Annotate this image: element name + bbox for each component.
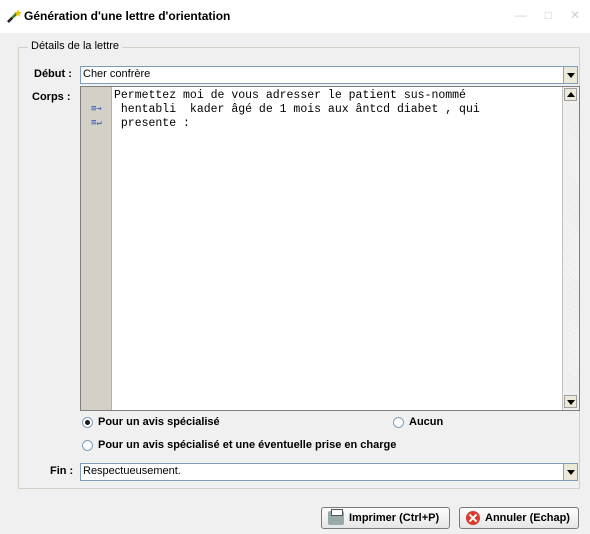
radio-aucun[interactable]: Aucun	[393, 416, 443, 428]
minimize-icon[interactable]: —	[515, 8, 527, 22]
corps-label: Corps :	[32, 91, 71, 103]
corps-line: hentabli kader âgé de 1 mois aux ântcd d…	[114, 103, 480, 116]
vertical-scrollbar[interactable]	[562, 87, 579, 410]
radio-label: Pour un avis spécialisé et une éventuell…	[98, 439, 397, 451]
fin-value: Respectueusement.	[83, 465, 181, 477]
chevron-down-icon[interactable]	[563, 464, 577, 480]
fin-label: Fin :	[50, 465, 74, 477]
radio-dot[interactable]	[82, 439, 93, 451]
debut-value: Cher confrère	[83, 68, 151, 80]
radio-dot-checked[interactable]	[82, 416, 93, 428]
scroll-down-icon[interactable]	[564, 395, 577, 408]
fin-combo[interactable]: Respectueusement.	[80, 463, 578, 481]
wrap-marker-icon: ≡↵	[91, 118, 102, 128]
corps-line: presente :	[114, 117, 190, 130]
close-icon[interactable]: ✕	[570, 8, 580, 22]
window-title: Génération d'une lettre d'orientation	[24, 9, 231, 23]
debut-label: Début :	[34, 68, 72, 80]
radio-label: Aucun	[409, 416, 444, 428]
chevron-down-icon[interactable]	[563, 67, 577, 83]
corps-line: Permettez moi de vous adresser le patien…	[114, 89, 466, 102]
editor-gutter: ≡→ ≡↵	[81, 87, 112, 410]
corps-editor[interactable]: ≡→ ≡↵ Permettez moi de vous adresser le …	[80, 86, 580, 411]
group-legend: Détails de la lettre	[28, 40, 123, 52]
wand-icon	[7, 9, 22, 23]
wrap-marker-icon: ≡→	[91, 104, 102, 114]
maximize-icon[interactable]: □	[545, 8, 552, 22]
radio-avis-specialise[interactable]: Pour un avis spécialisé	[82, 416, 220, 428]
scroll-up-icon[interactable]	[564, 88, 577, 101]
print-button-label: Imprimer (Ctrl+P)	[349, 512, 440, 524]
title-bar: Génération d'une lettre d'orientation — …	[0, 0, 590, 33]
radio-label: Pour un avis spécialisé	[98, 416, 220, 428]
cancel-icon	[466, 511, 480, 525]
corps-text[interactable]: Permettez moi de vous adresser le patien…	[114, 89, 559, 131]
cancel-button[interactable]: Annuler (Echap)	[459, 507, 579, 529]
radio-avis-prise-en-charge[interactable]: Pour un avis spécialisé et une éventuell…	[82, 439, 396, 451]
window-controls: — □ ✕	[515, 8, 580, 22]
debut-combo[interactable]: Cher confrère	[80, 66, 578, 84]
radio-dot[interactable]	[393, 416, 404, 428]
dialog-body: Détails de la lettre Début : Cher confrè…	[0, 33, 590, 534]
printer-icon	[328, 509, 344, 525]
print-button[interactable]: Imprimer (Ctrl+P)	[321, 507, 450, 529]
cancel-button-label: Annuler (Echap)	[485, 512, 570, 524]
